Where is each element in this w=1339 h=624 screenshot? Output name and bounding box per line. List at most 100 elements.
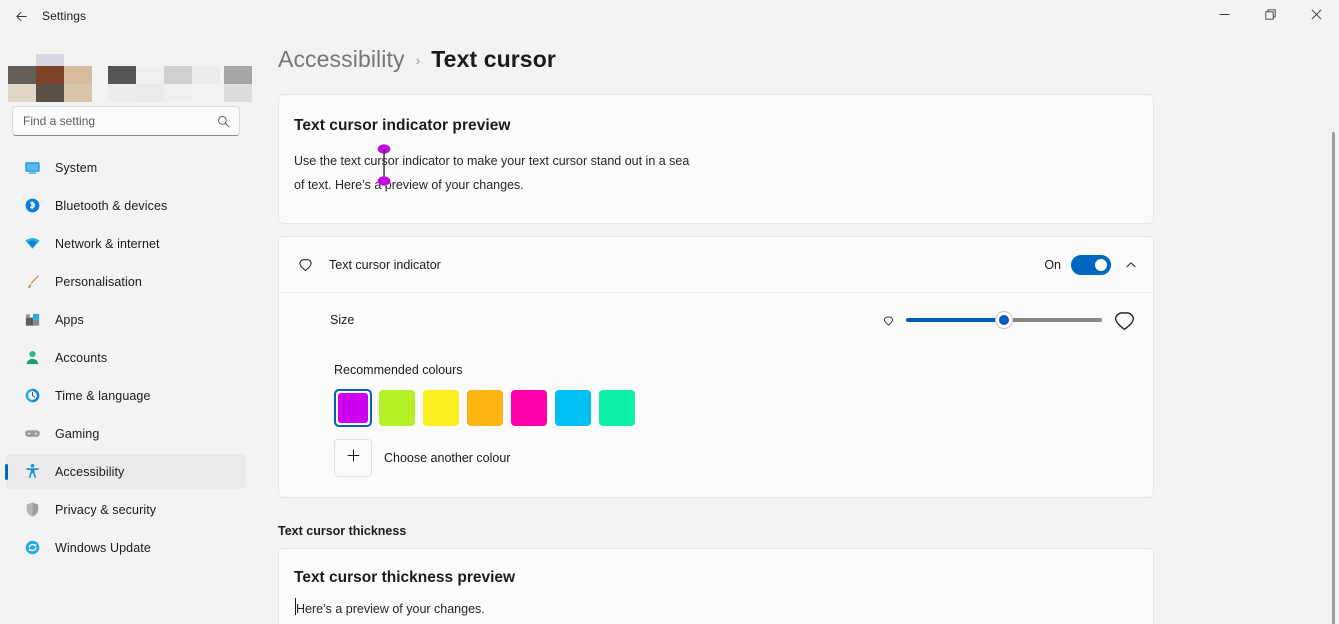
sidebar-item-accounts[interactable]: Accounts (6, 340, 246, 375)
avatar (36, 66, 64, 84)
restore-button[interactable] (1247, 0, 1293, 32)
choose-another-colour-label: Choose another colour (384, 451, 510, 465)
swatch-fill (467, 390, 503, 426)
close-button[interactable] (1293, 0, 1339, 32)
recommended-colours-section: Recommended colours Choos (279, 347, 1153, 497)
preview-card-title: Text cursor indicator preview (279, 117, 1153, 135)
toggle-state-text: On (1044, 258, 1061, 272)
title-bar: Settings (0, 0, 1339, 32)
monitor-icon (22, 158, 42, 178)
size-slider-thumb[interactable] (995, 311, 1013, 329)
wifi-icon (22, 234, 42, 254)
sidebar-item-system[interactable]: System (6, 150, 246, 185)
shield-icon (22, 500, 42, 520)
swatch-fill (599, 390, 635, 426)
sidebar-item-label: Time & language (55, 389, 151, 403)
colour-swatch-cyan[interactable] (554, 389, 592, 427)
minimize-icon (1219, 7, 1230, 25)
preview-line-2: of text. Here’s a preview of your change… (294, 178, 524, 192)
apps-icon (22, 310, 42, 330)
sidebar-item-label: Personalisation (55, 275, 142, 289)
text-cursor-caret-glyph (295, 598, 296, 615)
colour-swatch-pink[interactable] (510, 389, 548, 427)
text-cursor-indicator-row[interactable]: Text cursor indicator On (279, 237, 1153, 292)
toggle-knob (1095, 259, 1107, 271)
sidebar-item-time-language[interactable]: Time & language (6, 378, 246, 413)
avatar (8, 66, 36, 84)
accessibility-icon (22, 462, 42, 482)
choose-another-colour-button[interactable] (334, 439, 372, 477)
content-scrollbar[interactable] (1332, 132, 1335, 624)
sidebar-item-network-internet[interactable]: Network & internet (6, 226, 246, 261)
account-name-redacted (136, 66, 164, 84)
chevron-up-icon[interactable] (1121, 259, 1137, 271)
account-name-redacted (136, 84, 164, 102)
sidebar-item-label: Accessibility (55, 465, 124, 479)
sidebar-item-label: Bluetooth & devices (55, 199, 167, 213)
swatch-fill (338, 393, 368, 423)
person-icon (22, 348, 42, 368)
colour-swatch-orange[interactable] (466, 389, 504, 427)
sidebar-item-label: Apps (55, 313, 84, 327)
account-email-redacted (224, 66, 252, 84)
size-slider[interactable] (906, 318, 1102, 322)
clock-icon (22, 386, 42, 406)
sidebar-item-label: Accounts (55, 351, 107, 365)
text-cursor-indicator-toggle[interactable] (1071, 255, 1111, 275)
avatar (36, 54, 64, 66)
text-cursor-indicator-controls: On (1044, 255, 1137, 275)
chevron-right-icon: › (416, 52, 421, 68)
sidebar-item-privacy-security[interactable]: Privacy & security (6, 492, 246, 527)
text-cursor-indicator-icon (294, 256, 316, 273)
thickness-body-text: Here’s a preview of your changes. (296, 602, 485, 616)
swatch-fill (379, 390, 415, 426)
colour-swatch-yellow-green[interactable] (378, 389, 416, 427)
minimize-button[interactable] (1201, 0, 1247, 32)
size-slider-area (881, 308, 1137, 333)
size-label: Size (330, 313, 881, 327)
text-cursor-thickness-preview-card: Text cursor thickness preview Here’s a p… (278, 548, 1154, 624)
colour-swatch-yellow[interactable] (422, 389, 460, 427)
account-redacted-block[interactable] (0, 40, 252, 102)
app-title: Settings (42, 9, 86, 23)
colour-swatch-spring-green[interactable] (598, 389, 636, 427)
sidebar-item-accessibility[interactable]: Accessibility (6, 454, 246, 489)
account-name-redacted (108, 84, 136, 102)
update-icon (22, 538, 42, 558)
breadcrumb-root-link[interactable]: Accessibility (278, 46, 405, 73)
breadcrumb: Accessibility › Text cursor (252, 32, 1339, 73)
search-input[interactable]: Find a setting (12, 106, 240, 136)
recommended-colours-title: Recommended colours (334, 363, 1153, 377)
preview-line-1: Use the text cursor indicator to make yo… (294, 154, 689, 168)
sidebar-item-label: Windows Update (55, 541, 151, 555)
swatch-fill (555, 390, 591, 426)
sidebar-item-gaming[interactable]: Gaming (6, 416, 246, 451)
thickness-card-body: Here’s a preview of your changes. (279, 587, 1153, 616)
size-row: Size (279, 292, 1153, 347)
text-cursor-indicator-preview-card: Text cursor indicator preview Use the te… (278, 94, 1154, 224)
colour-swatch-magenta[interactable] (334, 389, 372, 427)
paintbrush-icon (22, 272, 42, 292)
text-cursor-indicator-label: Text cursor indicator (329, 258, 1044, 272)
sidebar-item-label: Gaming (55, 427, 99, 441)
sidebar-item-bluetooth-devices[interactable]: Bluetooth & devices (6, 188, 246, 223)
avatar (64, 84, 92, 102)
sidebar-item-personalisation[interactable]: Personalisation (6, 264, 246, 299)
size-slider-fill (906, 318, 1004, 322)
sidebar-item-label: System (55, 161, 97, 175)
account-name-redacted (164, 84, 192, 102)
sidebar-item-apps[interactable]: Apps (6, 302, 246, 337)
search-placeholder: Find a setting (13, 114, 217, 128)
sidebar-item-label: Privacy & security (55, 503, 156, 517)
sidebar-item-windows-update[interactable]: Windows Update (6, 530, 246, 565)
page-title: Text cursor (431, 46, 556, 73)
colour-swatch-list (334, 389, 1153, 427)
plus-icon (346, 448, 361, 468)
avatar (8, 84, 36, 102)
sidebar-item-label: Network & internet (55, 237, 160, 251)
search-container: Find a setting (0, 106, 252, 136)
back-arrow-icon (14, 9, 29, 24)
swatch-fill (511, 390, 547, 426)
back-button[interactable] (4, 1, 38, 31)
bluetooth-icon (22, 196, 42, 216)
